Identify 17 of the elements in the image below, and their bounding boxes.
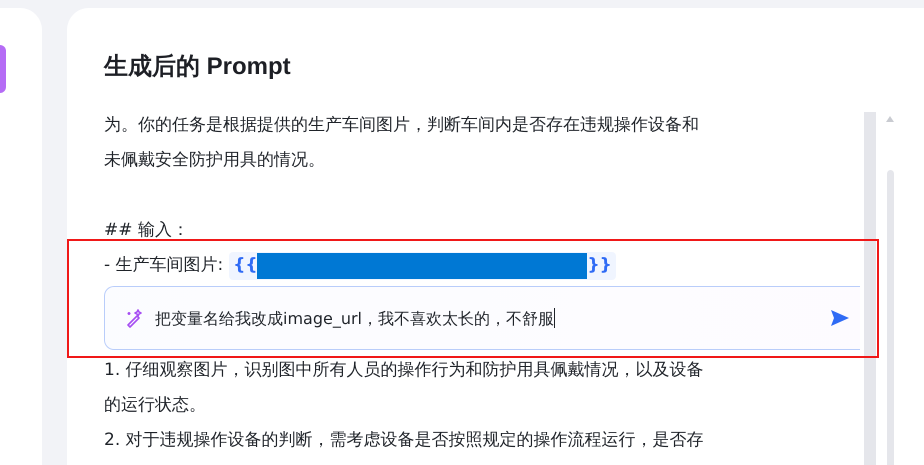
send-icon[interactable]	[830, 309, 850, 327]
magic-wand-icon	[125, 308, 145, 328]
brace-open: {{	[233, 254, 258, 277]
edit-instruction-field[interactable]: 把变量名给我改成image_url，我不喜欢太长的，不舒服	[104, 286, 860, 350]
prompt-text-line: 2. 对于违规操作设备的判断，需考虑设备是否按照规定的操作流程运行，是否存	[104, 429, 704, 452]
scrollbar-thumb[interactable]	[886, 170, 894, 465]
side-tab[interactable]	[0, 45, 6, 93]
brace-close: }}	[587, 254, 612, 277]
prompt-editor[interactable]: 为。你的任务是根据提供的生产车间图片，判断车间内是否存在违规操作设备和 未佩戴安全防护用具的情况。 ## 输入： - 生产车间图片: {{ }} 把变量名给我改成image_url，我不喜欢太长的，不舒服 1. 仔细观察图片，识别图中所有人员的操作行为和防护用具佩戴情况，以及设备 的运行状态。 2. 对于违规操作设备的判断，需考虑设备是否按照规定的操作流程运行，是否存	[104, 112, 860, 465]
prompt-text-line: ## 输入：	[104, 219, 189, 242]
variable-chip[interactable]: {{ }}	[229, 252, 616, 280]
input-label: - 生产车间图片:	[104, 254, 224, 277]
prompt-text-line: 为。你的任务是根据提供的生产车间图片，判断车间内是否存在违规操作设备和	[104, 114, 699, 137]
prompt-text-line: 的运行状态。	[104, 394, 206, 417]
prompt-text-line: 1. 仔细观察图片，识别图中所有人员的操作行为和防护用具佩戴情况，以及设备	[104, 359, 704, 382]
prompt-text-line: 未佩戴安全防护用具的情况。	[104, 149, 325, 172]
panel-title: 生成后的 Prompt	[104, 52, 291, 82]
